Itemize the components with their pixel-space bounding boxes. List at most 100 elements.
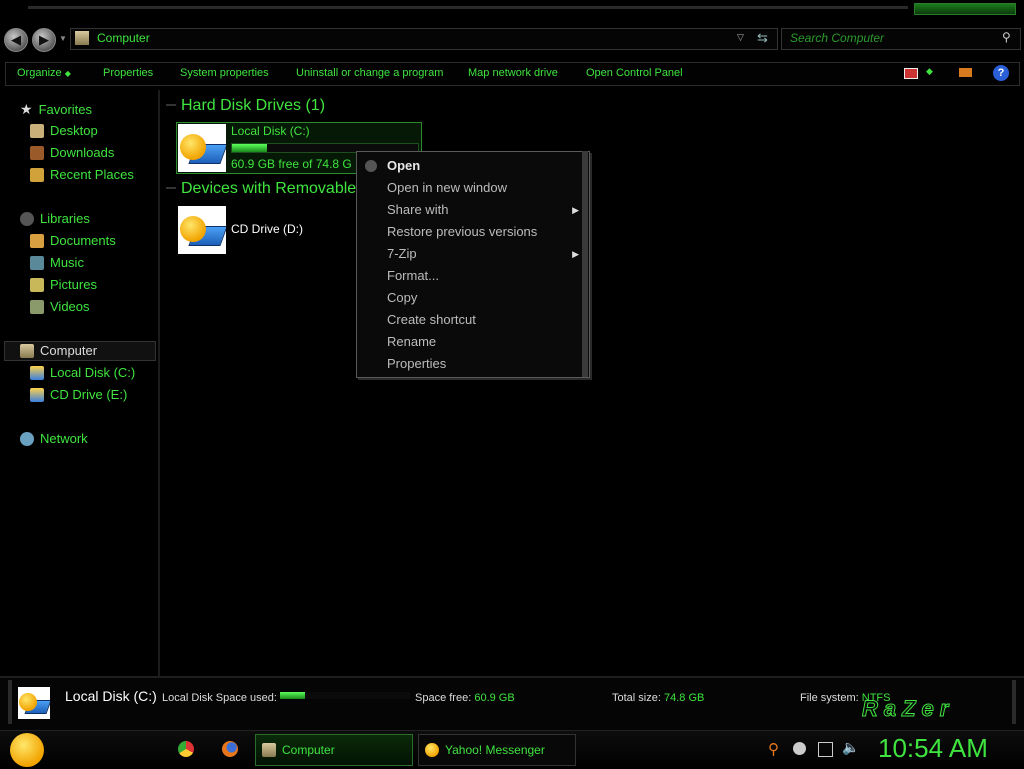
menu-rename[interactable]: Rename [387,334,436,349]
system-properties-button[interactable]: System properties [180,67,269,79]
smiley-icon [180,134,206,160]
chrome-icon[interactable] [178,741,194,757]
search-box[interactable]: Search Computer ⚲ [781,28,1021,50]
history-dropdown-icon[interactable]: ▼ [59,34,67,43]
nav-favorites[interactable]: ★ Favorites [20,101,92,118]
firefox-icon[interactable] [222,741,238,757]
cd-drive-icon [30,387,44,402]
nav-videos[interactable]: Videos [30,299,90,314]
organize-button[interactable]: Organize ◆ [17,67,71,79]
nav-pictures[interactable]: Pictures [30,277,97,292]
computer-icon [262,743,276,757]
star-icon: ★ [20,101,33,117]
view-dropdown-icon[interactable]: ◆ [926,66,933,77]
drive-c-free-text: 60.9 GB free of 74.8 G [231,157,352,171]
tray-search-icon[interactable]: ⚲ [768,740,779,758]
clock[interactable]: 10:54 AM [878,733,988,764]
total-size-value: 74.8 GB [663,692,705,704]
start-button-smiley-icon[interactable] [10,733,44,767]
refresh-icon[interactable]: ⇆ [757,30,768,46]
nav-network-label: Network [40,431,88,446]
map-network-drive-button[interactable]: Map network drive [468,67,558,79]
smiley-icon [180,216,206,242]
details-usage-fill [280,692,305,699]
group-hard-disk-drives[interactable]: Hard Disk Drives (1) [181,97,325,115]
menu-open-new-window[interactable]: Open in new window [387,180,507,195]
preview-pane-icon[interactable] [959,68,972,77]
address-dropdown-icon[interactable]: ▽ [737,32,744,43]
search-icon[interactable]: ⚲ [1002,30,1011,44]
nav-recent-places[interactable]: Recent Places [30,167,134,182]
submenu-arrow-icon: ▶ [572,249,579,259]
menu-restore-previous-versions[interactable]: Restore previous versions [387,224,537,239]
open-icon [365,160,377,172]
address-bar[interactable]: Computer ▽ ⇆ [70,28,778,50]
nav-computer-label: Computer [40,343,98,358]
computer-icon [20,343,34,358]
nav-local-disk[interactable]: Local Disk (C:) [30,365,135,380]
details-drive-name: Local Disk (C:) [65,688,157,704]
window-controls[interactable] [914,3,1016,15]
menu-create-shortcut[interactable]: Create shortcut [387,312,476,327]
nav-computer[interactable]: Computer [20,343,97,358]
tray-network-icon[interactable] [818,742,833,757]
context-menu: Open Open in new window Share with ▶ Res… [356,151,590,378]
nav-documents-label: Documents [50,233,116,248]
menu-open[interactable]: Open [387,158,420,173]
uninstall-program-button[interactable]: Uninstall or change a program [296,67,443,79]
forward-arrow-icon: ▶ [39,32,49,47]
nav-cd-drive[interactable]: CD Drive (E:) [30,387,127,402]
nav-desktop-label: Desktop [50,123,98,138]
file-system-label: File system: [800,692,859,704]
details-left-edge [8,680,12,724]
properties-button[interactable]: Properties [103,67,153,79]
nav-music-label: Music [50,255,84,270]
forward-button[interactable]: ▶ [32,28,56,52]
open-control-panel-button[interactable]: Open Control Panel [586,67,683,79]
drive-c-name: Local Disk (C:) [231,124,310,138]
drive-c-usage-fill [232,144,268,152]
nav-libraries-label: Libraries [40,211,90,226]
taskbar-computer-label: Computer [282,743,335,757]
menu-share-with[interactable]: Share with [387,202,448,217]
details-usage-bar [280,692,410,699]
tray-status-icon[interactable] [793,742,806,755]
drive-d-tile[interactable]: CD Drive (D:) [176,205,356,255]
drive-c-icon [178,124,226,172]
recent-places-icon [30,167,44,182]
razer-logo: RaZer [861,696,955,722]
nav-documents[interactable]: Documents [30,233,116,248]
tray-volume-icon[interactable]: 🔈 [842,739,859,756]
desktop-icon [30,123,44,138]
taskbar: Computer Yahoo! Messenger ⚲ 🔈 10:54 AM [0,730,1024,769]
details-space-free: Space free: 60.9 GB [415,692,515,704]
nav-network[interactable]: Network [20,431,88,446]
nav-desktop[interactable]: Desktop [30,123,98,138]
nav-music[interactable]: Music [30,255,84,270]
details-right-edge [1012,680,1016,724]
nav-local-disk-label: Local Disk (C:) [50,365,136,380]
drive-d-name: CD Drive (D:) [231,222,303,236]
computer-icon [75,31,89,45]
smiley-icon [19,693,37,711]
back-button[interactable]: ◀ [4,28,28,52]
group-removable-devices[interactable]: Devices with Removable [181,180,356,198]
taskbar-messenger-button[interactable]: Yahoo! Messenger [418,734,576,766]
nav-libraries[interactable]: Libraries [20,211,90,226]
help-icon[interactable]: ? [993,65,1009,81]
menu-7zip[interactable]: 7-Zip [387,246,417,261]
network-icon [20,431,34,446]
taskbar-computer-button[interactable]: Computer [255,734,413,766]
menu-copy[interactable]: Copy [387,290,417,305]
group-collapse-line [166,187,176,189]
nav-favorites-label: Favorites [38,102,93,117]
details-space-used-label: Local Disk Space used: [162,692,277,704]
details-drive-icon [18,687,50,719]
nav-downloads[interactable]: Downloads [30,145,114,160]
menu-format[interactable]: Format... [387,268,439,283]
messenger-smiley-icon [425,743,439,757]
submenu-arrow-icon: ▶ [572,205,579,215]
view-options-icon[interactable] [904,68,918,79]
menu-properties[interactable]: Properties [387,356,446,371]
libraries-icon [20,211,34,226]
